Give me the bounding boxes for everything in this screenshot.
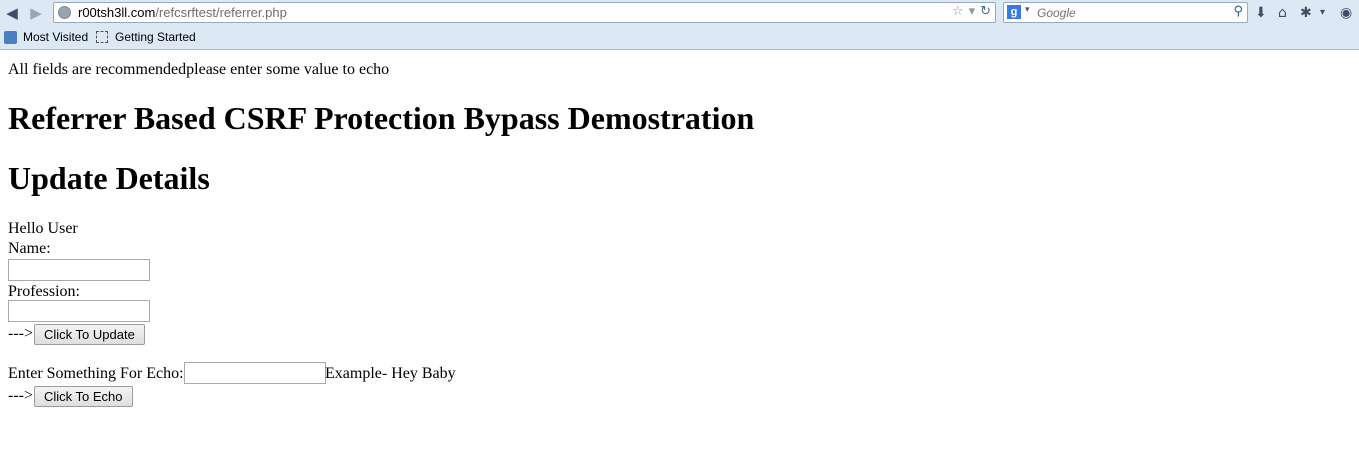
profession-label: Profession:: [8, 283, 80, 300]
firefox-menu-icon[interactable]: ◉: [1340, 4, 1352, 22]
bookmark-getting-started[interactable]: Getting Started: [96, 30, 196, 44]
name-input[interactable]: [8, 259, 150, 281]
search-input[interactable]: [1037, 5, 1222, 20]
search-icon[interactable]: ⚲: [1233, 4, 1243, 19]
address-bar[interactable]: r00tsh3ll.com/refcsrftest/referrer.php ☆…: [53, 2, 996, 23]
echo-label: Enter Something For Echo:: [8, 365, 184, 382]
update-arrow-text: --->: [8, 325, 34, 342]
engine-dropdown-icon[interactable]: ▾: [1025, 5, 1030, 15]
download-icon[interactable]: ⬇: [1255, 4, 1267, 22]
reload-icon[interactable]: ↻: [980, 4, 991, 19]
name-label: Name:: [8, 240, 51, 257]
bookmark-star-icon[interactable]: ☆: [952, 4, 964, 19]
bookmark-label: Getting Started: [115, 30, 196, 44]
url-text[interactable]: r00tsh3ll.com/refcsrftest/referrer.php: [78, 5, 287, 20]
dropdown-arrow-icon[interactable]: ▾: [969, 4, 976, 19]
back-arrow-icon[interactable]: ◀: [3, 4, 21, 22]
bookmark-label: Most Visited: [23, 30, 89, 44]
page-title: Referrer Based CSRF Protection Bypass De…: [8, 100, 755, 136]
home-icon[interactable]: ⌂: [1278, 4, 1287, 22]
notice-text: All fields are recommendedplease enter s…: [8, 61, 390, 78]
addon-icon[interactable]: ✱: [1300, 4, 1312, 22]
echo-example-text: Example- Hey Baby: [325, 365, 456, 382]
forward-arrow-icon[interactable]: ▶: [27, 4, 45, 22]
navigation-toolbar: ◀ ▶ r00tsh3ll.com/refcsrftest/referrer.p…: [0, 0, 1359, 27]
bookmark-most-visited[interactable]: Most Visited: [4, 30, 88, 44]
profession-input[interactable]: [8, 300, 150, 322]
getting-started-icon: [96, 31, 108, 43]
echo-input[interactable]: [184, 362, 326, 384]
echo-arrow-text: --->: [8, 387, 34, 404]
search-box[interactable]: g ▾ ⚲: [1003, 2, 1248, 23]
browser-chrome: ◀ ▶ r00tsh3ll.com/refcsrftest/referrer.p…: [0, 0, 1359, 50]
menu-dropdown-icon[interactable]: ▾: [1320, 4, 1325, 22]
url-path: /refcsrftest/referrer.php: [155, 5, 287, 20]
greeting-text: Hello User: [8, 220, 78, 237]
section-title: Update Details: [8, 160, 210, 196]
url-bar-icons: ☆ ▾ ↻: [947, 4, 991, 19]
update-button[interactable]: Click To Update: [34, 324, 145, 345]
bookmarks-toolbar: Most Visited Getting Started: [0, 27, 1359, 49]
url-host: r00tsh3ll.com: [78, 5, 156, 20]
echo-button[interactable]: Click To Echo: [34, 386, 133, 407]
most-visited-icon: [4, 30, 17, 44]
globe-icon: [58, 6, 71, 19]
google-engine-icon[interactable]: g: [1007, 5, 1021, 19]
